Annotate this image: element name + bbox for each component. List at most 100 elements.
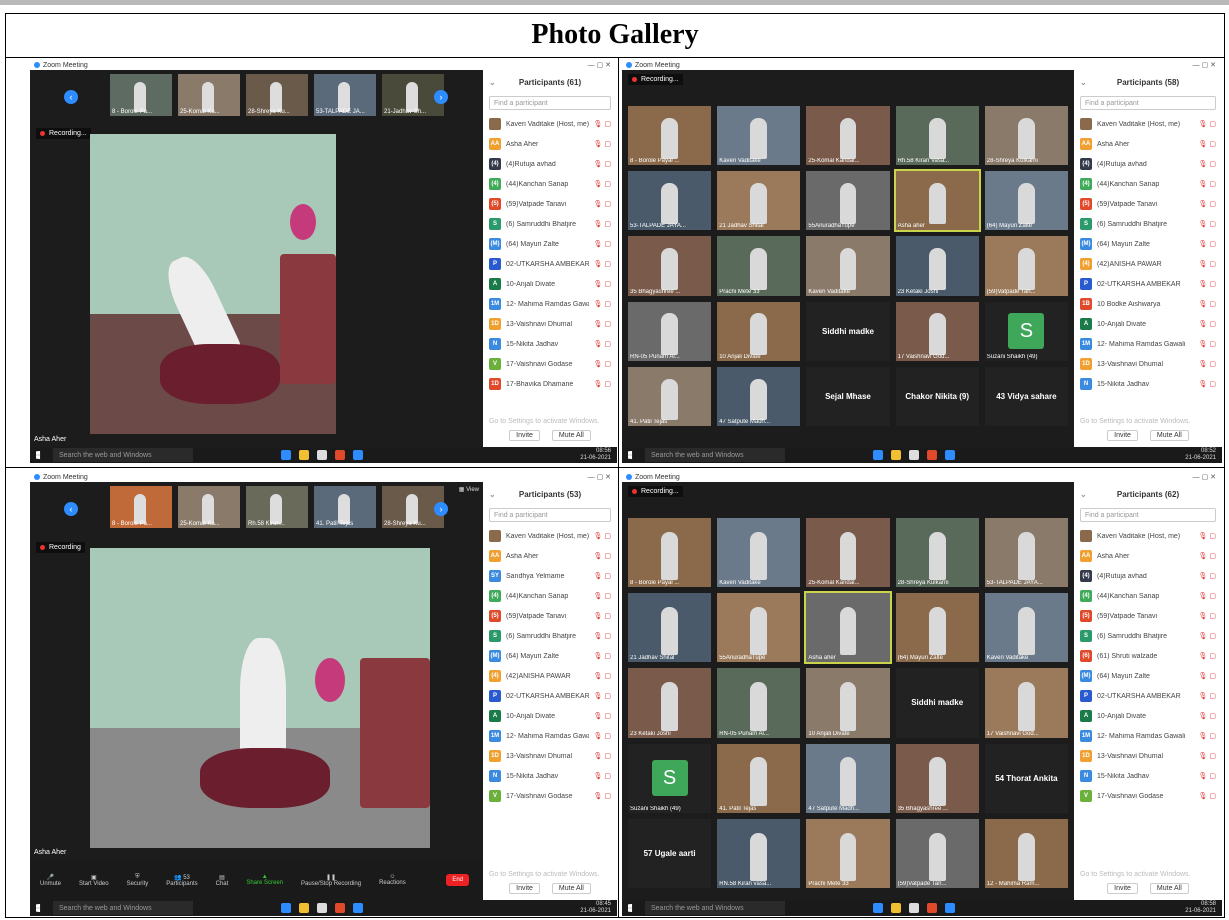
participant-row[interactable]: (4) (4)Rutuja avhad 🎙 ▢	[1074, 566, 1222, 586]
thumbnail[interactable]: Rh.58 Kiran...	[246, 486, 308, 528]
chrome-icon[interactable]	[927, 903, 937, 913]
mic-camera-status-icon[interactable]: 🎙 ▢	[594, 260, 611, 268]
find-participant-input[interactable]: Find a participant	[489, 96, 611, 110]
participant-row[interactable]: 1D 13-Vaishnavi Dhumal 🎙 ▢	[483, 314, 617, 334]
thumbnail[interactable]: 41. Patil Tejas	[314, 486, 376, 528]
participant-row[interactable]: N 15-Nikita Jadhav 🎙 ▢	[483, 766, 617, 786]
participant-tile[interactable]: 35 Bhagyashree ...	[895, 743, 979, 813]
mic-camera-status-icon[interactable]: 🎙 ▢	[594, 632, 611, 640]
store-icon[interactable]	[317, 450, 327, 460]
mic-camera-status-icon[interactable]: 🎙 ▢	[594, 772, 611, 780]
participant-row[interactable]: P 02-UTKARSHA AMBEKAR 🎙 ▢	[483, 686, 617, 706]
participant-row[interactable]: (4) (42)ANISHA PAWAR 🎙 ▢	[483, 666, 617, 686]
mic-camera-status-icon[interactable]: 🎙 ▢	[1199, 792, 1216, 800]
participant-row[interactable]: (4) (4)Rutuja avhad 🎙 ▢	[483, 154, 617, 174]
next-page-icon[interactable]: ›	[434, 90, 448, 104]
participant-tile[interactable]: S Suzani Shaikh (49)	[628, 743, 712, 813]
participant-tile[interactable]: 8 - Borole Payal ...	[628, 518, 712, 588]
participant-row[interactable]: A 10-Anjali Divate 🎙 ▢	[483, 274, 617, 294]
participant-tile[interactable]: 54 Thorat Ankita	[984, 743, 1068, 813]
windows-start-icon[interactable]	[628, 903, 633, 913]
mic-camera-status-icon[interactable]: 🎙 ▢	[1199, 300, 1216, 308]
chrome-icon[interactable]	[335, 903, 345, 913]
participant-row[interactable]: S (6) Samruddhi Bhatjire 🎙 ▢	[1074, 626, 1222, 646]
thumbnail[interactable]: 28-Shreya Ku...	[246, 74, 308, 116]
participant-tile[interactable]: (64) Mayuri Zalte	[895, 593, 979, 663]
participant-tile[interactable]: (59)Vatpade Tan...	[984, 236, 1068, 296]
chat-button[interactable]: ▤ Chat	[216, 874, 229, 887]
invite-button[interactable]: Invite	[509, 430, 540, 441]
participant-row[interactable]: (4) (42)ANISHA PAWAR 🎙 ▢	[1074, 254, 1222, 274]
mic-camera-status-icon[interactable]: 🎙 ▢	[1199, 652, 1216, 660]
participant-row[interactable]: N 15-Nikita Jadhav 🎙 ▢	[1074, 766, 1222, 786]
collapse-icon[interactable]: ⌄	[489, 490, 496, 499]
participant-row[interactable]: 1D 13-Vaishnavi Dhumal 🎙 ▢	[1074, 746, 1222, 766]
mic-camera-status-icon[interactable]: 🎙 ▢	[1199, 772, 1216, 780]
window-controls[interactable]: — ▢ ✕	[1193, 473, 1222, 481]
mute-all-button[interactable]: Mute All	[551, 883, 591, 894]
mic-camera-status-icon[interactable]: 🎙 ▢	[1199, 632, 1216, 640]
participant-row[interactable]: S (6) Samruddhi Bhatjire 🎙 ▢	[483, 214, 617, 234]
participant-tile[interactable]: RN-05 Punam Al...	[717, 668, 801, 738]
participant-row[interactable]: (4) (44)Kanchan Sanap 🎙 ▢	[483, 586, 617, 606]
window-controls[interactable]: — ▢ ✕	[588, 61, 617, 69]
next-page-icon[interactable]: ›	[434, 502, 448, 516]
participant-row[interactable]: (6) (61) Shruti walzade 🎙 ▢	[1074, 646, 1222, 666]
participant-tile[interactable]: 41. Patil Tejas	[628, 366, 712, 426]
mic-camera-status-icon[interactable]: 🎙 ▢	[594, 380, 611, 388]
mic-camera-status-icon[interactable]: 🎙 ▢	[1199, 240, 1216, 248]
participant-row[interactable]: AA Asha Aher 🎙 ▢	[1074, 134, 1222, 154]
participant-tile[interactable]: Prachi Mete 33	[806, 818, 890, 888]
thumbnail[interactable]: 25-Komal Ka...	[178, 486, 240, 528]
security-button[interactable]: ⛨ Security	[127, 874, 149, 887]
participant-row[interactable]: N 15-Nikita Jadhav 🎙 ▢	[483, 334, 617, 354]
participant-row[interactable]: P 02-UTKARSHA AMBEKAR 🎙 ▢	[1074, 686, 1222, 706]
participant-row[interactable]: (5) (59)Vatpade Tanavi 🎙 ▢	[483, 194, 617, 214]
participant-tile[interactable]: Chakor Nikita (9)	[895, 366, 979, 426]
participant-row[interactable]: V 17-Vaishnavi Godase 🎙 ▢	[1074, 786, 1222, 806]
folder-icon[interactable]	[299, 903, 309, 913]
mic-camera-status-icon[interactable]: 🎙 ▢	[594, 340, 611, 348]
mic-camera-status-icon[interactable]: 🎙 ▢	[594, 752, 611, 760]
invite-button[interactable]: Invite	[509, 883, 540, 894]
zoom-icon[interactable]	[353, 450, 363, 460]
mic-camera-status-icon[interactable]: 🎙 ▢	[594, 140, 611, 148]
invite-button[interactable]: Invite	[1107, 883, 1138, 894]
participant-tile[interactable]: 21 Jadhav Shital	[717, 171, 801, 231]
participant-row[interactable]: V 17-Vaishnavi Godase 🎙 ▢	[483, 786, 617, 806]
unmute-button[interactable]: 🎤 Unmute	[40, 874, 61, 887]
mic-camera-status-icon[interactable]: 🎙 ▢	[594, 792, 611, 800]
windows-start-icon[interactable]	[36, 903, 41, 913]
participant-row[interactable]: (4) (4)Rutuja avhad 🎙 ▢	[1074, 154, 1222, 174]
window-controls[interactable]: — ▢ ✕	[588, 473, 617, 481]
find-participant-input[interactable]: Find a participant	[1080, 96, 1216, 110]
zoom-icon[interactable]	[353, 903, 363, 913]
share-screen-button[interactable]: ▲ Share Screen	[246, 874, 283, 886]
participant-row[interactable]: (4) (44)Kanchan Sanap 🎙 ▢	[483, 174, 617, 194]
participant-tile[interactable]: Sejal Mhase	[806, 366, 890, 426]
participant-tile[interactable]: 17 Vaishnavi God...	[984, 668, 1068, 738]
participant-row[interactable]: (4) (44)Kanchan Sanap 🎙 ▢	[1074, 586, 1222, 606]
participant-tile[interactable]: (59)Vatpade Tan...	[895, 818, 979, 888]
windows-start-icon[interactable]	[628, 450, 633, 460]
participant-row[interactable]: N 15-Nikita Jadhav 🎙 ▢	[1074, 374, 1222, 394]
window-controls[interactable]: — ▢ ✕	[1193, 61, 1222, 69]
participant-tile[interactable]: RN.58 Kiran vasa...	[717, 818, 801, 888]
participant-row[interactable]: 1M 12- Mahima Ramdas Gawali 🎙 ▢	[1074, 726, 1222, 746]
zoom-icon[interactable]	[945, 903, 955, 913]
participant-row[interactable]: P 02-UTKARSHA AMBEKAR 🎙 ▢	[483, 254, 617, 274]
mic-camera-status-icon[interactable]: 🎙 ▢	[594, 200, 611, 208]
participant-tile[interactable]: 23 Ketaki Joshi	[628, 668, 712, 738]
participant-tile[interactable]: Siddhi madke	[806, 301, 890, 361]
collapse-icon[interactable]: ⌄	[1080, 78, 1087, 87]
find-participant-input[interactable]: Find a participant	[1080, 508, 1216, 522]
mic-camera-status-icon[interactable]: 🎙 ▢	[1199, 692, 1216, 700]
participant-tile[interactable]: Kaveri Vaditake	[717, 518, 801, 588]
participant-row[interactable]: A 10-Anjali Divate 🎙 ▢	[1074, 314, 1222, 334]
mic-camera-status-icon[interactable]: 🎙 ▢	[1199, 752, 1216, 760]
collapse-icon[interactable]: ⌄	[1080, 490, 1087, 499]
participant-tile[interactable]: Kaveri Vaditake	[717, 106, 801, 166]
participant-row[interactable]: A 10-Anjali Divate 🎙 ▢	[483, 706, 617, 726]
mic-camera-status-icon[interactable]: 🎙 ▢	[594, 732, 611, 740]
participant-tile[interactable]: Asha aher	[893, 169, 981, 233]
